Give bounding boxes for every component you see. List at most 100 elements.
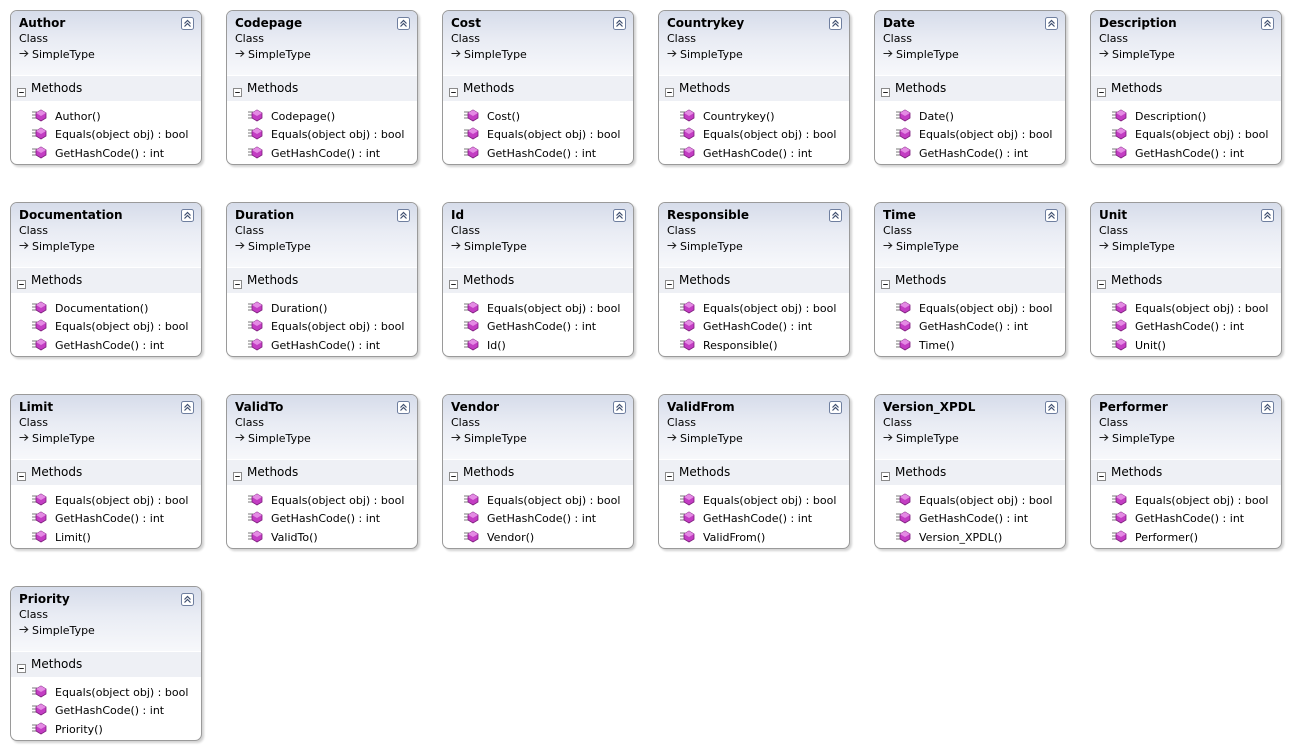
minus-square-icon[interactable] — [665, 82, 674, 97]
methods-section-header[interactable]: Methods — [443, 267, 633, 293]
minus-square-icon[interactable] — [665, 466, 674, 481]
method-item[interactable]: Equals(object obj) : bool — [679, 126, 836, 142]
method-item[interactable]: Duration() — [247, 300, 327, 316]
minus-square-icon[interactable] — [233, 82, 242, 97]
method-item[interactable]: Cost() — [463, 108, 520, 124]
class-box-documentation[interactable]: Documentation Class SimpleType Methods Docum… — [10, 202, 202, 357]
methods-section-header[interactable]: Methods — [11, 75, 201, 101]
class-box-time[interactable]: Time Class SimpleType Methods Equals(object … — [874, 202, 1066, 357]
class-box-duration[interactable]: Duration Class SimpleType Methods Duration()… — [226, 202, 418, 357]
method-item[interactable]: GetHashCode() : int — [895, 318, 1028, 334]
method-item[interactable]: GetHashCode() : int — [247, 510, 380, 526]
methods-section-header[interactable]: Methods — [875, 459, 1065, 485]
method-item[interactable]: Version_XPDL() — [895, 529, 1002, 545]
minus-square-icon[interactable] — [449, 82, 458, 97]
methods-section-header[interactable]: Methods — [227, 75, 417, 101]
method-item[interactable]: Id() — [463, 337, 506, 353]
methods-section-header[interactable]: Methods — [875, 267, 1065, 293]
collapse-icon[interactable] — [397, 15, 410, 30]
method-item[interactable]: Equals(object obj) : bool — [679, 492, 836, 508]
method-item[interactable]: GetHashCode() : int — [247, 337, 380, 353]
collapse-icon[interactable] — [1261, 15, 1274, 30]
method-item[interactable]: GetHashCode() : int — [679, 145, 812, 161]
method-item[interactable]: Equals(object obj) : bool — [463, 126, 620, 142]
method-item[interactable]: GetHashCode() : int — [1111, 510, 1244, 526]
collapse-icon[interactable] — [613, 399, 626, 414]
method-item[interactable]: Description() — [1111, 108, 1206, 124]
method-item[interactable]: Vendor() — [463, 529, 534, 545]
class-box-cost[interactable]: Cost Class SimpleType Methods Cost() Equals(o… — [442, 10, 634, 165]
minus-square-icon[interactable] — [881, 466, 890, 481]
methods-section-header[interactable]: Methods — [659, 75, 849, 101]
class-box-author[interactable]: Author Class SimpleType Methods Author() Equa… — [10, 10, 202, 165]
minus-square-icon[interactable] — [449, 466, 458, 481]
method-item[interactable]: Equals(object obj) : bool — [31, 126, 188, 142]
class-box-version-xpdl[interactable]: Version_XPDL Class SimpleType Methods Equals… — [874, 394, 1066, 549]
methods-section-header[interactable]: Methods — [1091, 267, 1281, 293]
methods-section-header[interactable]: Methods — [1091, 459, 1281, 485]
collapse-icon[interactable] — [1045, 15, 1058, 30]
method-item[interactable]: Priority() — [31, 721, 103, 737]
methods-section-header[interactable]: Methods — [11, 267, 201, 293]
method-item[interactable]: Equals(object obj) : bool — [463, 492, 620, 508]
method-item[interactable]: ValidFrom() — [679, 529, 765, 545]
collapse-icon[interactable] — [829, 399, 842, 414]
method-item[interactable]: GetHashCode() : int — [31, 145, 164, 161]
class-box-codepage[interactable]: Codepage Class SimpleType Methods Codepage()… — [226, 10, 418, 165]
collapse-icon[interactable] — [181, 15, 194, 30]
method-item[interactable]: Equals(object obj) : bool — [247, 126, 404, 142]
collapse-icon[interactable] — [613, 15, 626, 30]
method-item[interactable]: Performer() — [1111, 529, 1198, 545]
method-item[interactable]: GetHashCode() : int — [679, 510, 812, 526]
class-box-priority[interactable]: Priority Class SimpleType Methods Equals(obj… — [10, 586, 202, 741]
method-item[interactable]: Countrykey() — [679, 108, 775, 124]
class-box-validto[interactable]: ValidTo Class SimpleType Methods Equals(obje… — [226, 394, 418, 549]
methods-section-header[interactable]: Methods — [443, 75, 633, 101]
collapse-icon[interactable] — [181, 591, 194, 606]
method-item[interactable]: Equals(object obj) : bool — [895, 492, 1052, 508]
minus-square-icon[interactable] — [233, 274, 242, 289]
minus-square-icon[interactable] — [1097, 82, 1106, 97]
class-box-limit[interactable]: Limit Class SimpleType Methods Equals(object… — [10, 394, 202, 549]
methods-section-header[interactable]: Methods — [659, 267, 849, 293]
class-box-description[interactable]: Description Class SimpleType Methods Descrip… — [1090, 10, 1282, 165]
minus-square-icon[interactable] — [233, 466, 242, 481]
method-item[interactable]: Equals(object obj) : bool — [895, 300, 1052, 316]
method-item[interactable]: Limit() — [31, 529, 91, 545]
collapse-icon[interactable] — [1261, 207, 1274, 222]
minus-square-icon[interactable] — [1097, 274, 1106, 289]
method-item[interactable]: GetHashCode() : int — [895, 510, 1028, 526]
method-item[interactable]: Equals(object obj) : bool — [895, 126, 1052, 142]
collapse-icon[interactable] — [1045, 207, 1058, 222]
methods-section-header[interactable]: Methods — [659, 459, 849, 485]
method-item[interactable]: Codepage() — [247, 108, 335, 124]
collapse-icon[interactable] — [613, 207, 626, 222]
methods-section-header[interactable]: Methods — [11, 651, 201, 677]
class-box-id[interactable]: Id Class SimpleType Methods Equals(object ob… — [442, 202, 634, 357]
class-box-vendor[interactable]: Vendor Class SimpleType Methods Equals(objec… — [442, 394, 634, 549]
method-item[interactable]: GetHashCode() : int — [1111, 145, 1244, 161]
method-item[interactable]: Equals(object obj) : bool — [1111, 300, 1268, 316]
method-item[interactable]: Equals(object obj) : bool — [463, 300, 620, 316]
method-item[interactable]: GetHashCode() : int — [31, 702, 164, 718]
class-box-validfrom[interactable]: ValidFrom Class SimpleType Methods Equals(ob… — [658, 394, 850, 549]
method-item[interactable]: ValidTo() — [247, 529, 318, 545]
collapse-icon[interactable] — [397, 399, 410, 414]
collapse-icon[interactable] — [829, 207, 842, 222]
method-item[interactable]: GetHashCode() : int — [463, 318, 596, 334]
minus-square-icon[interactable] — [881, 274, 890, 289]
method-item[interactable]: GetHashCode() : int — [463, 510, 596, 526]
minus-square-icon[interactable] — [665, 274, 674, 289]
method-item[interactable]: Equals(object obj) : bool — [31, 318, 188, 334]
methods-section-header[interactable]: Methods — [227, 267, 417, 293]
method-item[interactable]: Time() — [895, 337, 955, 353]
method-item[interactable]: Unit() — [1111, 337, 1166, 353]
minus-square-icon[interactable] — [881, 82, 890, 97]
method-item[interactable]: Documentation() — [31, 300, 148, 316]
method-item[interactable]: GetHashCode() : int — [895, 145, 1028, 161]
minus-square-icon[interactable] — [1097, 466, 1106, 481]
method-item[interactable]: GetHashCode() : int — [31, 337, 164, 353]
minus-square-icon[interactable] — [17, 466, 26, 481]
method-item[interactable]: GetHashCode() : int — [463, 145, 596, 161]
methods-section-header[interactable]: Methods — [11, 459, 201, 485]
